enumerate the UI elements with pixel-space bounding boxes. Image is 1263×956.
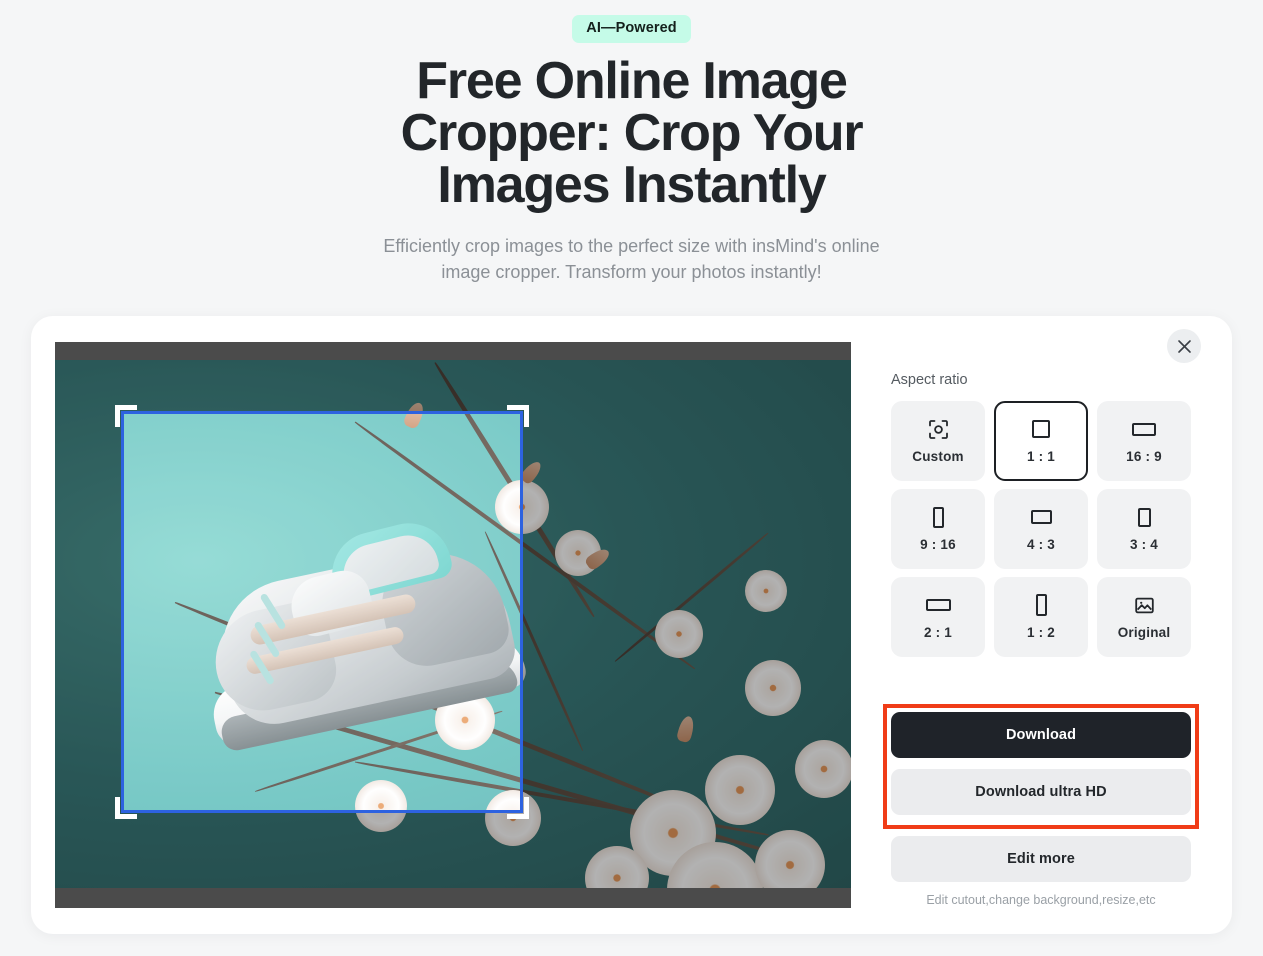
ratio-option-label: 1 : 2 (1026, 625, 1055, 640)
crop-handle-bottom-left[interactable] (115, 797, 137, 819)
ratio-option-3-4[interactable]: 3 : 4 (1097, 489, 1191, 569)
portrait-icon (1035, 594, 1047, 616)
crop-selection-box[interactable] (121, 411, 523, 813)
aspect-ratio-grid: Custom 1 : 1 16 : 9 9: 16 4: 3 3: 4 2… (891, 401, 1191, 657)
ratio-option-label: 2 : 1 (923, 625, 952, 640)
image-icon (1134, 594, 1155, 616)
ratio-option-16-9[interactable]: 16 : 9 (1097, 401, 1191, 481)
ratio-option-custom[interactable]: Custom (891, 401, 985, 481)
ai-powered-badge: AI—Powered (572, 15, 691, 43)
crop-focus-icon (928, 418, 949, 440)
image-canvas[interactable] (55, 342, 851, 908)
crop-handle-top-right[interactable] (507, 405, 529, 427)
action-buttons: Download Download ultra HD Edit more Edi… (883, 704, 1199, 907)
portrait-icon (932, 506, 944, 528)
ratio-option-label: Original (1117, 625, 1171, 640)
landscape-icon (1030, 506, 1052, 528)
ratio-option-label: Custom (912, 449, 964, 464)
cropper-card: Aspect ratio Custom 1: 1 16: 9 9: 16 … (31, 316, 1232, 934)
page-root: AI—Powered Free Online Image Cropper: Cr… (0, 0, 1263, 956)
ratio-option-label: 3 : 4 (1129, 537, 1158, 552)
portrait-icon (1137, 506, 1151, 528)
ratio-option-label: 16 : 9 (1126, 449, 1162, 464)
hero-section: AI—Powered Free Online Image Cropper: Cr… (0, 0, 1263, 285)
page-title: Free Online Image Cropper: Crop Your Ima… (400, 51, 864, 214)
square-icon (1032, 418, 1050, 440)
crop-handle-bottom-right[interactable] (507, 797, 529, 819)
close-icon (1177, 339, 1191, 353)
download-button[interactable]: Download (891, 712, 1191, 758)
download-ultra-hd-button[interactable]: Download ultra HD (891, 769, 1191, 815)
ratio-option-4-3[interactable]: 4 : 3 (994, 489, 1088, 569)
ratio-option-2-1[interactable]: 2 : 1 (891, 577, 985, 657)
ratio-option-9-16[interactable]: 9 : 16 (891, 489, 985, 569)
ratio-option-1-1[interactable]: 1 : 1 (994, 401, 1088, 481)
edit-more-hint: Edit cutout,change background,resize,etc (926, 893, 1156, 907)
ratio-option-label: 4 : 3 (1026, 537, 1055, 552)
aspect-ratio-label: Aspect ratio (891, 372, 968, 388)
ratio-option-label: 9 : 16 (920, 537, 956, 552)
close-button[interactable] (1167, 329, 1201, 363)
landscape-icon (1132, 418, 1156, 440)
crop-handle-top-left[interactable] (115, 405, 137, 427)
aspect-ratio-panel: Aspect ratio Custom 1: 1 16: 9 9: 16 … (891, 372, 1191, 657)
photo-viewport (55, 360, 851, 888)
landscape-icon (925, 594, 951, 616)
ratio-option-label: 1 : 1 (1026, 449, 1055, 464)
ratio-option-original[interactable]: Original (1097, 577, 1191, 657)
ratio-option-1-2[interactable]: 1 : 2 (994, 577, 1088, 657)
edit-more-button[interactable]: Edit more (891, 836, 1191, 882)
page-subtitle: Efficiently crop images to the perfect s… (383, 235, 880, 282)
